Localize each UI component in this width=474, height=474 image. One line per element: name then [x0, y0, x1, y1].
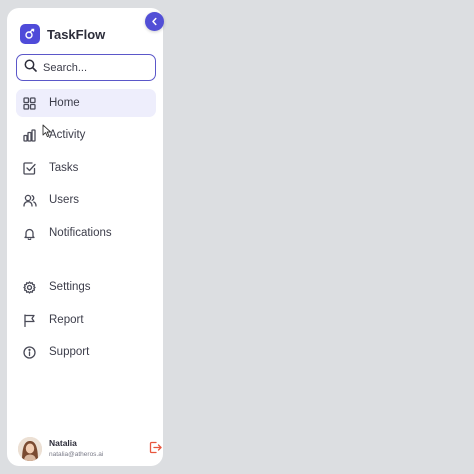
sidebar-item-label: Users [49, 194, 80, 206]
user-email: natalia@atheros.ai [49, 451, 104, 458]
grid-icon [22, 96, 37, 111]
users-icon [22, 193, 37, 208]
user-name: Natalia [49, 438, 77, 448]
sidebar-item-label: Notifications [49, 227, 112, 239]
taskflow-logo-icon [20, 24, 40, 44]
sidebar-item-users[interactable]: Users [16, 186, 156, 214]
sidebar-item-label: Settings [49, 281, 91, 293]
flag-icon [22, 313, 37, 328]
sidebar-item-label: Tasks [49, 162, 79, 174]
sidebar-item-activity[interactable]: Activity [16, 121, 156, 149]
sidebar: TaskFlow Search... Home Activity Tasks U… [7, 8, 163, 466]
search-input[interactable]: Search... [16, 54, 156, 81]
sidebar-item-settings[interactable]: Settings [16, 273, 156, 301]
mouse-pointer-icon [42, 124, 52, 143]
sidebar-item-label: Activity [49, 129, 86, 141]
logout-icon[interactable] [149, 441, 162, 454]
gear-icon [22, 280, 37, 295]
check-square-icon [22, 161, 37, 176]
search-icon [24, 59, 37, 77]
sidebar-item-support[interactable]: Support [16, 338, 156, 366]
bar-chart-icon [22, 128, 37, 143]
sidebar-item-report[interactable]: Report [16, 306, 156, 334]
info-icon [22, 345, 37, 360]
collapse-sidebar-button[interactable] [145, 12, 164, 31]
sidebar-item-label: Home [49, 97, 80, 109]
sidebar-item-label: Support [49, 346, 90, 358]
brand-name: TaskFlow [47, 26, 106, 42]
sidebar-item-label: Report [49, 314, 84, 326]
bell-icon [22, 226, 37, 241]
sidebar-item-tasks[interactable]: Tasks [16, 154, 156, 182]
app-page: TaskFlow Search... Home Activity Tasks U… [0, 0, 474, 474]
sidebar-item-notifications[interactable]: Notifications [16, 219, 156, 247]
brand[interactable]: TaskFlow [20, 24, 105, 44]
chevron-left-icon [150, 13, 159, 31]
user-profile: Natalia natalia@atheros.ai [18, 435, 162, 465]
search-placeholder: Search... [43, 61, 88, 74]
sidebar-item-home[interactable]: Home [16, 89, 156, 117]
avatar[interactable] [18, 437, 42, 461]
